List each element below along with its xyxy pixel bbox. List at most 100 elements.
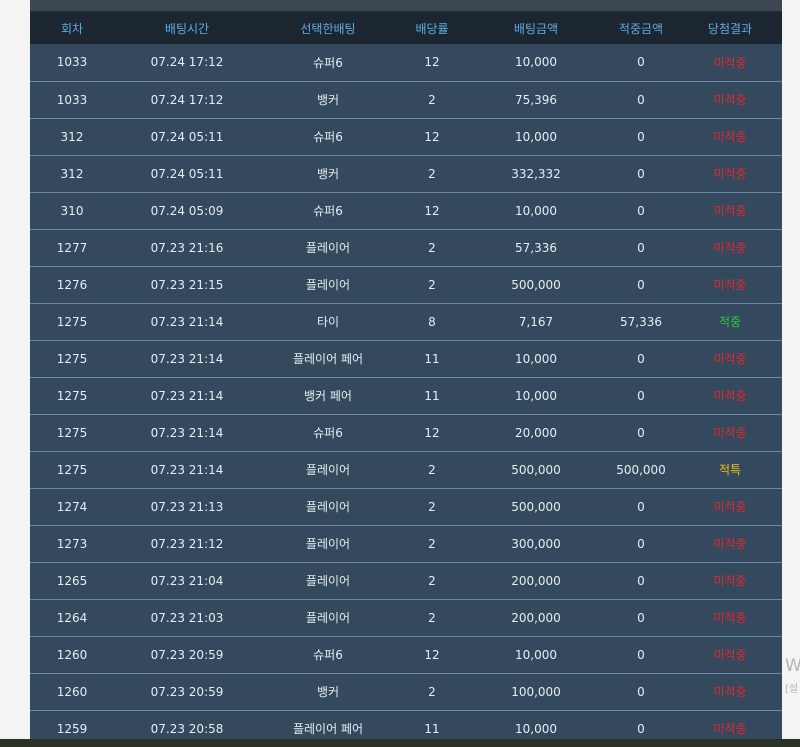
cell-odds: 11 [424, 388, 440, 403]
cell-selected-bet: 슈퍼6 [313, 204, 343, 218]
cell-bet-amount: 57,336 [515, 240, 557, 255]
cell-bet-time: 07.24 17:12 [150, 55, 224, 70]
table-row: 1274 07.23 21:13 플레이어 2 500,000 0 미적중 [30, 488, 782, 525]
cell-result: 미적중 [713, 352, 747, 366]
cell-round: 1033 [56, 55, 88, 70]
cell-selected-bet: 플레이어 [305, 500, 351, 514]
cell-round: 1273 [56, 536, 88, 551]
cell-odds: 2 [428, 536, 436, 551]
cell-win-amount: 0 [637, 610, 645, 625]
table-row: 1275 07.23 21:14 타이 8 7,167 57,336 적중 [30, 303, 782, 340]
cell-selected-bet: 슈퍼6 [313, 130, 343, 144]
table-row: 1275 07.23 21:14 플레이어 2 500,000 500,000 적특 [30, 451, 782, 488]
cell-bet-time: 07.24 05:11 [150, 129, 224, 144]
cell-result: 미적중 [713, 241, 747, 255]
cell-odds: 2 [428, 573, 436, 588]
panel-top-bar [30, 0, 782, 12]
cell-win-amount: 0 [637, 277, 645, 292]
cell-selected-bet: 슈퍼6 [313, 426, 343, 440]
cell-bet-amount: 332,332 [511, 166, 561, 181]
cell-odds: 8 [428, 314, 436, 329]
cell-round: 1264 [56, 610, 88, 625]
table-row: 1275 07.23 21:14 플레이어 페어 11 10,000 0 미적중 [30, 340, 782, 377]
cell-bet-amount: 7,167 [518, 314, 554, 329]
cell-odds: 12 [424, 425, 440, 440]
cell-round: 1275 [56, 462, 88, 477]
cell-win-amount: 0 [637, 388, 645, 403]
cell-bet-amount: 500,000 [511, 499, 561, 514]
cell-odds: 2 [428, 277, 436, 292]
cell-selected-bet: 플레이어 [305, 278, 351, 292]
side-partial-subtext: [설 [785, 684, 799, 695]
cell-odds: 11 [424, 351, 440, 366]
cell-result: 미적중 [713, 93, 747, 107]
cell-result: 미적중 [713, 537, 747, 551]
cell-result: 미적중 [713, 55, 747, 70]
cell-odds: 12 [424, 647, 440, 662]
cell-selected-bet: 플레이어 [305, 537, 351, 551]
cell-bet-amount: 500,000 [511, 462, 561, 477]
cell-selected-bet: 플레이어 [305, 611, 351, 625]
cell-odds: 2 [428, 499, 436, 514]
cell-bet-amount: 75,396 [515, 92, 557, 107]
cell-selected-bet: 슈퍼6 [313, 55, 343, 70]
cell-round: 1276 [56, 277, 88, 292]
header-row: 회차 배팅시간 선택한배팅 배당률 배팅금액 적중금액 당첨결과 [30, 12, 782, 44]
header-result: 당첨결과 [707, 21, 753, 36]
cell-selected-bet: 슈퍼6 [313, 648, 343, 662]
cell-bet-amount: 300,000 [511, 536, 561, 551]
cell-bet-amount: 100,000 [511, 684, 561, 699]
cell-round: 1275 [56, 388, 88, 403]
table-row: 1277 07.23 21:16 플레이어 2 57,336 0 미적중 [30, 229, 782, 266]
bet-history-panel: 회차 배팅시간 선택한배팅 배당률 배팅금액 적중금액 당첨결과 1033 07.… [30, 0, 782, 747]
table-row: 310 07.24 05:09 슈퍼6 12 10,000 0 미적중 [30, 192, 782, 229]
cell-selected-bet: 플레이어 페어 [292, 352, 364, 366]
table-row: 1273 07.23 21:12 플레이어 2 300,000 0 미적중 [30, 525, 782, 562]
cell-result: 미적중 [713, 389, 747, 403]
cell-odds: 12 [424, 203, 440, 218]
cell-bet-time: 07.23 20:59 [150, 647, 224, 662]
table-row: 1260 07.23 20:59 슈퍼6 12 10,000 0 미적중 [30, 636, 782, 673]
cell-bet-time: 07.23 21:03 [150, 610, 224, 625]
cell-result: 미적중 [713, 426, 747, 440]
cell-selected-bet: 플레이어 [305, 463, 351, 477]
cell-round: 1033 [56, 92, 88, 107]
cell-odds: 12 [424, 129, 440, 144]
cell-round: 1275 [56, 314, 88, 329]
cell-bet-amount: 10,000 [515, 351, 557, 366]
cell-result: 미적중 [713, 574, 747, 588]
table-row: 1265 07.23 21:04 플레이어 2 200,000 0 미적중 [30, 562, 782, 599]
cell-result: 미적중 [713, 648, 747, 662]
bottom-strip [0, 739, 800, 747]
cell-odds: 2 [428, 240, 436, 255]
cell-selected-bet: 뱅커 [316, 93, 340, 107]
table-row: 1275 07.23 21:14 뱅커 페어 11 10,000 0 미적중 [30, 377, 782, 414]
cell-win-amount: 0 [637, 203, 645, 218]
cell-result: 미적중 [713, 167, 747, 181]
cell-odds: 2 [428, 684, 436, 699]
table-row: 312 07.24 05:11 슈퍼6 12 10,000 0 미적중 [30, 118, 782, 155]
cell-round: 1260 [56, 684, 88, 699]
cell-win-amount: 0 [637, 647, 645, 662]
cell-odds: 2 [428, 166, 436, 181]
cell-bet-amount: 10,000 [515, 203, 557, 218]
table-row: 1260 07.23 20:59 뱅커 2 100,000 0 미적중 [30, 673, 782, 710]
cell-round: 1275 [56, 425, 88, 440]
cell-win-amount: 500,000 [616, 462, 666, 477]
cell-selected-bet: 뱅커 페어 [304, 389, 352, 403]
cell-result: 미적중 [713, 500, 747, 514]
cell-odds: 2 [428, 610, 436, 625]
cell-bet-time: 07.23 21:14 [150, 388, 224, 403]
cell-odds: 12 [424, 55, 440, 70]
table-row: 1275 07.23 21:14 슈퍼6 12 20,000 0 미적중 [30, 414, 782, 451]
cell-win-amount: 0 [637, 573, 645, 588]
cell-bet-time: 07.23 21:04 [150, 573, 224, 588]
cell-bet-amount: 10,000 [515, 388, 557, 403]
cell-odds: 2 [428, 92, 436, 107]
cell-selected-bet: 플레이어 [305, 574, 351, 588]
cell-bet-time: 07.23 21:14 [150, 351, 224, 366]
cell-bet-amount: 10,000 [515, 129, 557, 144]
header-odds: 배당률 [415, 21, 449, 36]
cell-result: 적중 [718, 315, 742, 329]
cell-win-amount: 0 [637, 166, 645, 181]
